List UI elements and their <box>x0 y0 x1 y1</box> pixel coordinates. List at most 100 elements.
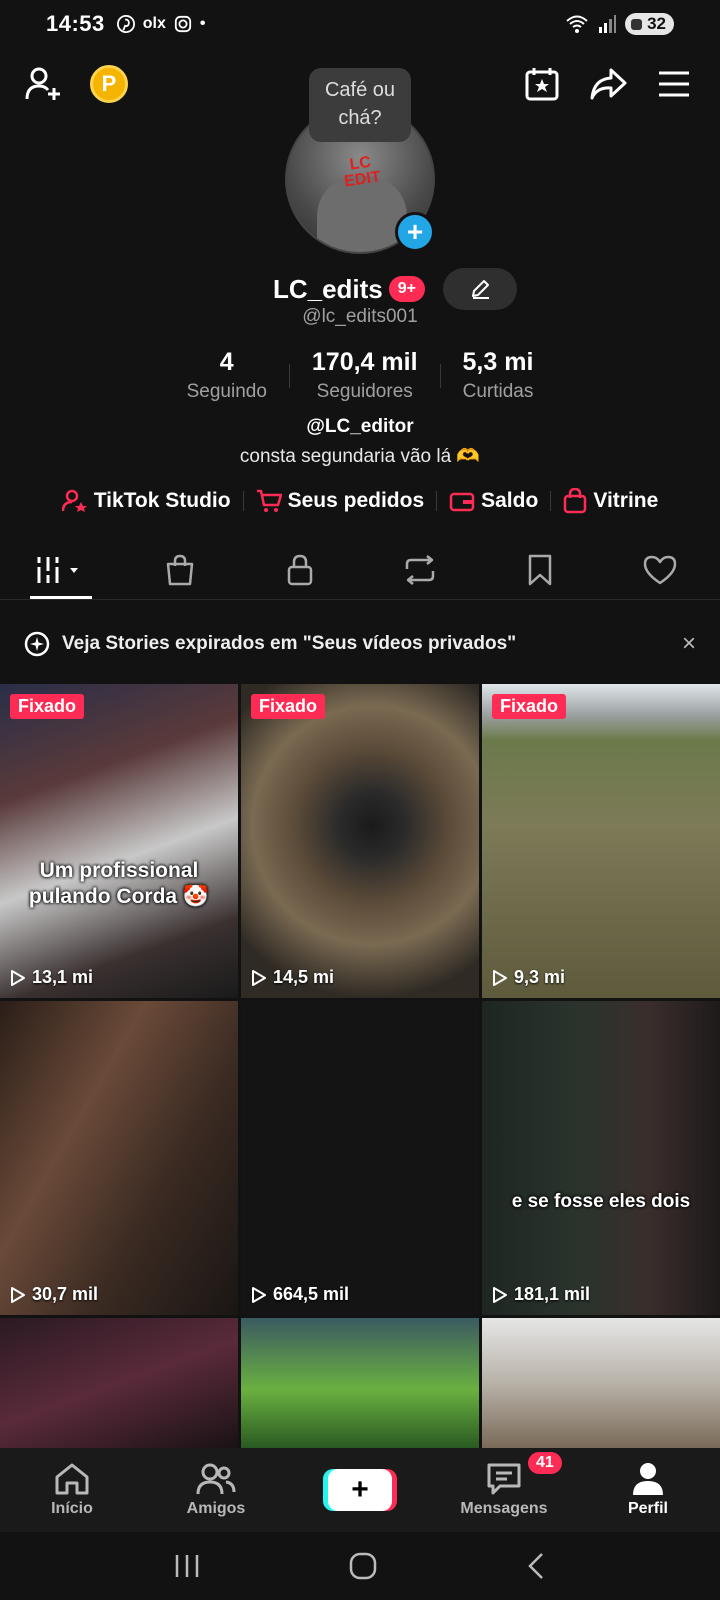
shopping-bag-icon <box>564 488 587 514</box>
view-count: 664,5 mil <box>251 1284 349 1305</box>
stat-value: 4 <box>219 348 234 376</box>
home-button-icon[interactable] <box>348 1551 378 1581</box>
tab-videos[interactable] <box>0 540 120 599</box>
sparkle-circle-icon <box>24 631 50 657</box>
video-grid: Fixado Um profissional pulando Corda 🤡 1… <box>0 684 720 1448</box>
hamburger-menu-icon <box>659 71 689 97</box>
shopping-bag-icon <box>166 554 194 585</box>
tiktok-studio-link[interactable]: TikTok Studio <box>50 489 243 513</box>
tab-reposts[interactable] <box>360 540 480 599</box>
stories-banner[interactable]: Veja Stories expirados em "Seus vídeos p… <box>0 616 720 672</box>
status-dot: • <box>199 15 206 32</box>
link-label: Saldo <box>481 489 539 512</box>
tab-private[interactable] <box>240 540 360 599</box>
cart-icon <box>256 489 282 512</box>
note-bubble[interactable]: Café ou chá? <box>309 68 411 142</box>
home-icon <box>55 1463 89 1495</box>
view-count: 14,5 mi <box>251 967 334 988</box>
pencil-icon <box>472 280 490 299</box>
stat-value: 170,4 mil <box>311 348 418 376</box>
notification-badge: 9+ <box>388 276 426 302</box>
nav-friends[interactable]: Amigos <box>144 1448 288 1532</box>
nav-messages[interactable]: 41 Mensagens <box>432 1448 576 1532</box>
stat-label: Seguidores <box>316 381 413 402</box>
video-thumbnail[interactable]: e se fosse eles dois 181,1 mil <box>482 1001 720 1315</box>
battery-indicator: 32 <box>625 13 674 35</box>
pinterest-icon <box>116 15 135 33</box>
messages-badge: 41 <box>528 1452 562 1474</box>
status-app-icons: olx • <box>116 15 206 33</box>
play-icon <box>252 1286 266 1303</box>
view-count: 13,1 mi <box>10 967 93 988</box>
pinned-badge: Fixado <box>492 694 567 719</box>
add-user-icon <box>25 67 60 100</box>
view-count-value: 30,7 mil <box>32 1284 99 1304</box>
video-thumbnail[interactable] <box>241 1318 479 1448</box>
stat-label: Seguindo <box>186 381 267 402</box>
status-system-icons: 32 <box>565 13 674 35</box>
view-count-value: 664,5 mil <box>273 1284 350 1304</box>
tab-liked[interactable] <box>600 540 720 599</box>
orders-link[interactable]: Seus pedidos <box>244 489 437 513</box>
friends-icon <box>196 1463 236 1495</box>
profile-tabs <box>0 540 720 600</box>
coins-icon[interactable]: P <box>90 65 128 103</box>
profile-icon <box>633 1463 663 1495</box>
stat-likes[interactable]: 5,3 mi Curtidas <box>441 348 556 403</box>
profile-links: TikTok Studio Seus pedidos Saldo Vitrine <box>0 488 720 514</box>
create-button[interactable]: + <box>328 1469 392 1511</box>
share-profile-button[interactable] <box>588 64 628 104</box>
video-thumbnail[interactable]: Fixado 9,3 mi <box>482 684 720 998</box>
add-story-button[interactable]: + <box>395 212 435 252</box>
olx-icon: olx <box>142 15 166 32</box>
bottom-navigation: Início Amigos + 41 Mensagens Perfil <box>0 1448 720 1532</box>
pinned-badge: Fixado <box>251 694 326 719</box>
nav-create[interactable]: + <box>288 1448 432 1532</box>
video-caption: e se fosse eles dois <box>511 1191 691 1212</box>
video-caption: Um profissional pulando Corda 🤡 <box>28 859 210 908</box>
video-thumbnail[interactable]: Fixado Um profissional pulando Corda 🤡 1… <box>0 684 238 998</box>
bookmark-icon <box>528 554 552 585</box>
pinned-badge: Fixado <box>10 694 85 719</box>
play-icon <box>493 969 507 986</box>
nav-label: Início <box>51 1500 93 1517</box>
wifi-icon <box>566 15 588 33</box>
profile-stats: 4 Seguindo 170,4 mil Seguidores 5,3 mi C… <box>0 348 720 403</box>
view-count-value: 13,1 mi <box>32 967 94 987</box>
showcase-link[interactable]: Vitrine <box>551 488 670 514</box>
wallet-icon <box>449 492 475 512</box>
play-icon <box>493 1286 507 1303</box>
stat-value: 5,3 mi <box>462 348 534 376</box>
nav-profile[interactable]: Perfil <box>576 1448 720 1532</box>
video-thumbnail[interactable] <box>0 1318 238 1448</box>
video-thumbnail[interactable]: 30,7 mil <box>0 1001 238 1315</box>
user-star-icon <box>61 489 87 512</box>
view-count: 181,1 mil <box>492 1284 590 1305</box>
nav-label: Mensagens <box>460 1500 548 1517</box>
tab-favorites[interactable] <box>480 540 600 599</box>
status-bar: 14:53 olx • 32 <box>0 0 720 48</box>
close-icon[interactable]: × <box>682 630 696 658</box>
heart-icon <box>643 555 677 584</box>
calendar-star-icon <box>525 68 559 101</box>
profile-handle: @lc_edits001 <box>302 306 418 327</box>
video-thumbnail[interactable]: Fixado 14,5 mi <box>241 684 479 998</box>
stat-following[interactable]: 4 Seguindo <box>165 348 289 403</box>
view-count: 30,7 mil <box>10 1284 98 1305</box>
stat-followers[interactable]: 170,4 mil Seguidores <box>290 348 440 403</box>
calendar-button[interactable] <box>522 64 562 104</box>
video-thumbnail[interactable]: 664,5 mil <box>241 1001 479 1315</box>
edit-profile-button[interactable] <box>443 268 518 310</box>
view-count-value: 9,3 mi <box>514 967 566 987</box>
menu-button[interactable] <box>654 64 694 104</box>
back-icon[interactable] <box>525 1552 547 1580</box>
bio-linked-handle[interactable]: @LC_editor <box>0 416 720 438</box>
recent-apps-icon[interactable] <box>173 1553 201 1579</box>
balance-link[interactable]: Saldo <box>437 489 550 513</box>
nav-home[interactable]: Início <box>0 1448 144 1532</box>
tab-shop[interactable] <box>120 540 240 599</box>
video-thumbnail[interactable] <box>482 1318 720 1448</box>
add-friend-button[interactable] <box>24 64 64 104</box>
play-icon <box>11 969 25 986</box>
lock-icon <box>287 554 313 585</box>
